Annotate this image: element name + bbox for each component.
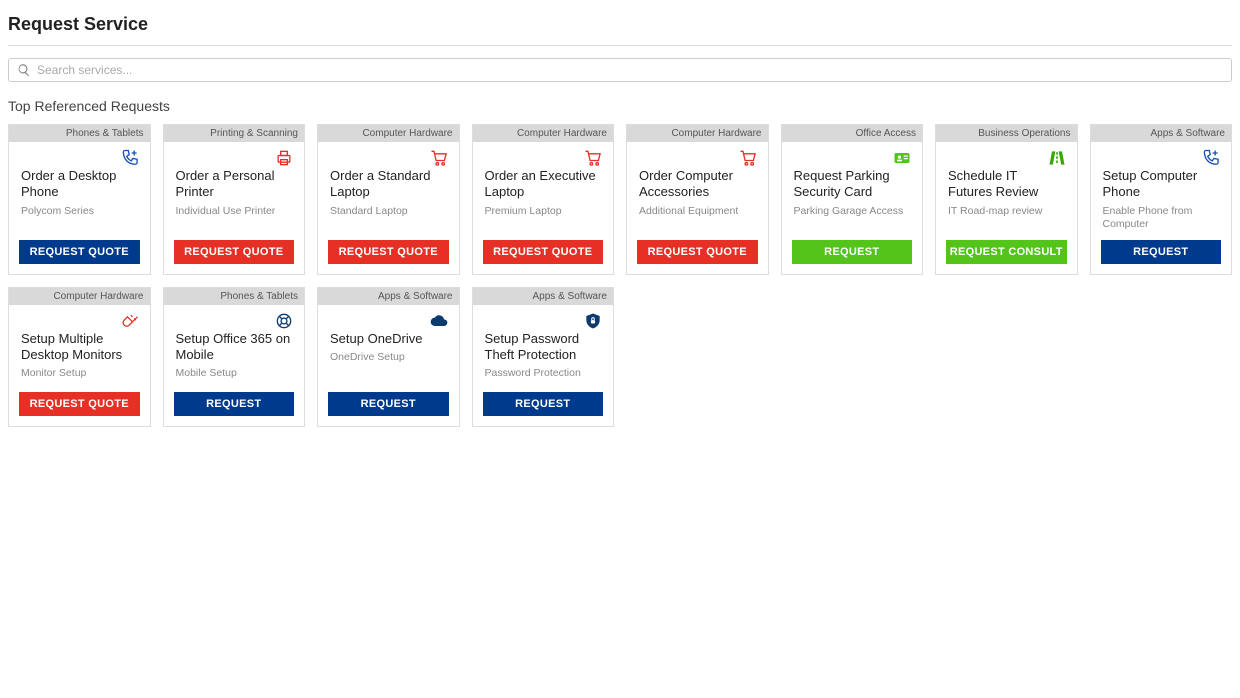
card-body: Schedule IT Futures Review IT Road-map re… — [936, 168, 1077, 240]
card-body: Setup Password Theft Protection Password … — [473, 331, 614, 392]
cart-icon — [473, 142, 614, 168]
card-title: Schedule IT Futures Review — [948, 168, 1065, 201]
card-title: Setup Office 365 on Mobile — [176, 331, 293, 364]
service-card: Office Access Request Parking Security Ca… — [781, 124, 924, 275]
service-card: Computer Hardware Order Computer Accessor… — [626, 124, 769, 275]
service-card: Apps & Software Setup Password Theft Prot… — [472, 287, 615, 427]
request-quote-button[interactable]: REQUEST QUOTE — [174, 240, 295, 264]
card-subtitle: Standard Laptop — [330, 205, 447, 219]
card-category: Computer Hardware — [627, 125, 768, 142]
id-card-icon — [782, 142, 923, 168]
card-subtitle: OneDrive Setup — [330, 351, 447, 365]
card-subtitle: Premium Laptop — [485, 205, 602, 219]
card-subtitle: Monitor Setup — [21, 367, 138, 381]
card-title: Order Computer Accessories — [639, 168, 756, 201]
phone-plus-icon — [1091, 142, 1232, 168]
request-quote-button[interactable]: REQUEST QUOTE — [483, 240, 604, 264]
service-card: Computer Hardware Order an Executive Lapt… — [472, 124, 615, 275]
page-title: Request Service — [8, 8, 1232, 45]
plug-icon — [9, 305, 150, 331]
card-category: Office Access — [782, 125, 923, 142]
card-body: Order an Executive Laptop Premium Laptop — [473, 168, 614, 240]
service-card: Computer Hardware Order a Standard Laptop… — [317, 124, 460, 275]
card-category: Apps & Software — [1091, 125, 1232, 142]
card-subtitle: Password Protection — [485, 367, 602, 381]
card-body: Setup OneDrive OneDrive Setup — [318, 331, 459, 392]
card-category: Apps & Software — [473, 288, 614, 305]
request-button[interactable]: REQUEST — [174, 392, 295, 416]
header-divider — [8, 45, 1232, 46]
request-quote-button[interactable]: REQUEST QUOTE — [19, 392, 140, 416]
request-quote-button[interactable]: REQUEST QUOTE — [19, 240, 140, 264]
card-body: Request Parking Security Card Parking Gar… — [782, 168, 923, 240]
service-card: Computer Hardware Setup Multiple Desktop … — [8, 287, 151, 427]
request-button[interactable]: REQUEST — [1101, 240, 1222, 264]
service-card: Printing & Scanning Order a Personal Prin… — [163, 124, 306, 275]
service-card: Business Operations Schedule IT Futures R… — [935, 124, 1078, 275]
card-subtitle: Parking Garage Access — [794, 205, 911, 219]
card-title: Order a Personal Printer — [176, 168, 293, 201]
card-title: Order a Desktop Phone — [21, 168, 138, 201]
road-icon — [936, 142, 1077, 168]
card-title: Order a Standard Laptop — [330, 168, 447, 201]
card-body: Order a Standard Laptop Standard Laptop — [318, 168, 459, 240]
card-subtitle: Enable Phone from Computer — [1103, 205, 1220, 232]
card-title: Setup Computer Phone — [1103, 168, 1220, 201]
section-title: Top Referenced Requests — [8, 98, 1232, 114]
card-body: Setup Multiple Desktop Monitors Monitor S… — [9, 331, 150, 392]
service-card: Phones & Tablets Setup Office 365 on Mobi… — [163, 287, 306, 427]
card-subtitle: Additional Equipment — [639, 205, 756, 219]
card-subtitle: Polycom Series — [21, 205, 138, 219]
shield-lock-icon — [473, 305, 614, 331]
lifebuoy-icon — [164, 305, 305, 331]
card-body: Setup Computer Phone Enable Phone from Co… — [1091, 168, 1232, 240]
request-quote-button[interactable]: REQUEST QUOTE — [637, 240, 758, 264]
card-category: Phones & Tablets — [164, 288, 305, 305]
card-title: Setup Multiple Desktop Monitors — [21, 331, 138, 364]
service-card: Apps & Software Setup OneDrive OneDrive Se… — [317, 287, 460, 427]
card-title: Request Parking Security Card — [794, 168, 911, 201]
card-subtitle: Individual Use Printer — [176, 205, 293, 219]
card-body: Order Computer Accessories Additional Equ… — [627, 168, 768, 240]
card-category: Phones & Tablets — [9, 125, 150, 142]
card-body: Order a Personal Printer Individual Use P… — [164, 168, 305, 240]
card-category: Printing & Scanning — [164, 125, 305, 142]
phone-plus-icon — [9, 142, 150, 168]
card-subtitle: IT Road-map review — [948, 205, 1065, 219]
request-button[interactable]: REQUEST — [792, 240, 913, 264]
card-category: Business Operations — [936, 125, 1077, 142]
cloud-icon — [318, 305, 459, 331]
card-body: Setup Office 365 on Mobile Mobile Setup — [164, 331, 305, 392]
search-input[interactable] — [37, 63, 1223, 77]
card-title: Order an Executive Laptop — [485, 168, 602, 201]
request-consult-button[interactable]: REQUEST CONSULT — [946, 240, 1067, 264]
card-category: Computer Hardware — [473, 125, 614, 142]
search-icon — [17, 63, 31, 77]
cards-grid: Phones & Tablets Order a Desktop Phone Pol… — [8, 124, 1232, 427]
card-category: Computer Hardware — [9, 288, 150, 305]
service-card: Phones & Tablets Order a Desktop Phone Pol… — [8, 124, 151, 275]
card-subtitle: Mobile Setup — [176, 367, 293, 381]
request-quote-button[interactable]: REQUEST QUOTE — [328, 240, 449, 264]
card-title: Setup OneDrive — [330, 331, 447, 347]
card-title: Setup Password Theft Protection — [485, 331, 602, 364]
card-category: Apps & Software — [318, 288, 459, 305]
search-box[interactable] — [8, 58, 1232, 82]
printer-icon — [164, 142, 305, 168]
cart-icon — [627, 142, 768, 168]
card-body: Order a Desktop Phone Polycom Series — [9, 168, 150, 240]
card-category: Computer Hardware — [318, 125, 459, 142]
request-button[interactable]: REQUEST — [483, 392, 604, 416]
request-button[interactable]: REQUEST — [328, 392, 449, 416]
service-card: Apps & Software Setup Computer Phone Enabl… — [1090, 124, 1233, 275]
cart-icon — [318, 142, 459, 168]
